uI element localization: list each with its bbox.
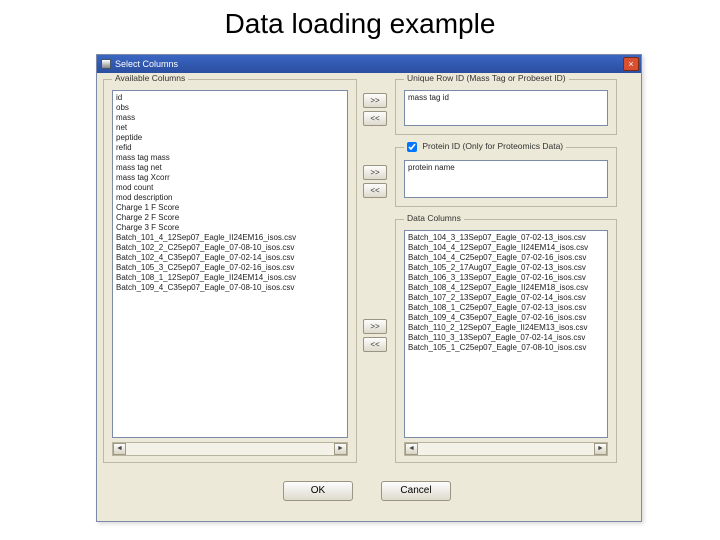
list-item[interactable]: Batch_102_4_C35ep07_Eagle_07-02-14_isos.… bbox=[116, 253, 344, 263]
list-item[interactable]: Batch_101_4_12Sep07_Eagle_II24EM16_isos.… bbox=[116, 233, 344, 243]
scroll-right-icon[interactable]: ► bbox=[594, 443, 607, 455]
protein-list[interactable]: protein name bbox=[404, 160, 608, 198]
slide-title: Data loading example bbox=[0, 0, 720, 44]
group-protein-label: Protein ID (Only for Proteomics Data) bbox=[404, 141, 566, 152]
list-item[interactable]: Batch_105_3_C25ep07_Eagle_07-02-16_isos.… bbox=[116, 263, 344, 273]
group-unique-label: Unique Row ID (Mass Tag or Probeset ID) bbox=[404, 73, 569, 83]
app-icon bbox=[101, 59, 111, 69]
scroll-right-icon[interactable]: ► bbox=[334, 443, 347, 455]
list-item[interactable]: Batch_110_3_13Sep07_Eagle_07-02-14_isos.… bbox=[408, 333, 604, 343]
protein-add-button[interactable]: >> bbox=[363, 165, 387, 180]
available-list[interactable]: idobsmassnetpeptiderefidmass tag massmas… bbox=[112, 90, 348, 438]
unique-add-button[interactable]: >> bbox=[363, 93, 387, 108]
list-item[interactable]: id bbox=[116, 93, 344, 103]
list-item[interactable]: mass tag mass bbox=[116, 153, 344, 163]
list-item[interactable]: peptide bbox=[116, 133, 344, 143]
list-item[interactable]: Batch_102_2_C25ep07_Eagle_07-08-10_isos.… bbox=[116, 243, 344, 253]
list-item[interactable]: Batch_104_4_C25ep07_Eagle_07-02-16_isos.… bbox=[408, 253, 604, 263]
group-unique: Unique Row ID (Mass Tag or Probeset ID) … bbox=[395, 79, 617, 135]
unique-remove-button[interactable]: << bbox=[363, 111, 387, 126]
list-item[interactable]: Batch_104_3_13Sep07_Eagle_07-02-13_isos.… bbox=[408, 233, 604, 243]
protein-checkbox[interactable] bbox=[407, 142, 417, 152]
list-item[interactable]: Batch_106_3_13Sep07_Eagle_07-02-16_isos.… bbox=[408, 273, 604, 283]
group-data-label: Data Columns bbox=[404, 213, 464, 223]
data-scrollbar[interactable]: ◄ ► bbox=[404, 442, 608, 456]
list-item[interactable]: Batch_108_4_12Sep07_Eagle_II24EM18_isos.… bbox=[408, 283, 604, 293]
data-list[interactable]: Batch_104_3_13Sep07_Eagle_07-02-13_isos.… bbox=[404, 230, 608, 438]
list-item[interactable]: refid bbox=[116, 143, 344, 153]
select-columns-dialog: Select Columns × Available Columns idobs… bbox=[96, 54, 642, 522]
group-available-label: Available Columns bbox=[112, 73, 188, 83]
list-item[interactable]: Batch_104_4_12Sep07_Eagle_II24EM14_isos.… bbox=[408, 243, 604, 253]
group-protein: Protein ID (Only for Proteomics Data) pr… bbox=[395, 147, 617, 207]
group-available: Available Columns idobsmassnetpeptideref… bbox=[103, 79, 357, 463]
scroll-left-icon[interactable]: ◄ bbox=[405, 443, 418, 455]
list-item[interactable]: mass tag net bbox=[116, 163, 344, 173]
list-item[interactable]: mod description bbox=[116, 193, 344, 203]
available-scrollbar[interactable]: ◄ ► bbox=[112, 442, 348, 456]
data-remove-button[interactable]: << bbox=[363, 337, 387, 352]
protein-remove-button[interactable]: << bbox=[363, 183, 387, 198]
close-icon[interactable]: × bbox=[623, 57, 639, 71]
list-item[interactable]: Batch_108_1_12Sep07_Eagle_II24EM14_isos.… bbox=[116, 273, 344, 283]
list-item[interactable]: Batch_105_2_17Aug07_Eagle_07-02-13_isos.… bbox=[408, 263, 604, 273]
ok-button[interactable]: OK bbox=[283, 481, 353, 501]
list-item[interactable]: mass tag id bbox=[408, 93, 604, 103]
list-item[interactable]: Charge 2 F Score bbox=[116, 213, 344, 223]
list-item[interactable]: mass bbox=[116, 113, 344, 123]
list-item[interactable]: Batch_108_1_C25ep07_Eagle_07-02-13_isos.… bbox=[408, 303, 604, 313]
list-item[interactable]: mass tag Xcorr bbox=[116, 173, 344, 183]
list-item[interactable]: Charge 3 F Score bbox=[116, 223, 344, 233]
data-add-button[interactable]: >> bbox=[363, 319, 387, 334]
list-item[interactable]: Batch_105_1_C25ep07_Eagle_07-08-10_isos.… bbox=[408, 343, 604, 353]
scroll-left-icon[interactable]: ◄ bbox=[113, 443, 126, 455]
cancel-button[interactable]: Cancel bbox=[381, 481, 451, 501]
window-title: Select Columns bbox=[115, 59, 178, 69]
list-item[interactable]: Batch_110_2_12Sep07_Eagle_II24EM13_isos.… bbox=[408, 323, 604, 333]
list-item[interactable]: Batch_107_2_13Sep07_Eagle_07-02-14_isos.… bbox=[408, 293, 604, 303]
list-item[interactable]: obs bbox=[116, 103, 344, 113]
titlebar[interactable]: Select Columns × bbox=[97, 55, 641, 73]
list-item[interactable]: net bbox=[116, 123, 344, 133]
group-data: Data Columns Batch_104_3_13Sep07_Eagle_0… bbox=[395, 219, 617, 463]
list-item[interactable]: Batch_109_4_C35ep07_Eagle_07-02-16_isos.… bbox=[408, 313, 604, 323]
unique-list[interactable]: mass tag id bbox=[404, 90, 608, 126]
list-item[interactable]: protein name bbox=[408, 163, 604, 173]
list-item[interactable]: mod count bbox=[116, 183, 344, 193]
group-protein-text: Protein ID (Only for Proteomics Data) bbox=[422, 141, 563, 151]
list-item[interactable]: Charge 1 F Score bbox=[116, 203, 344, 213]
list-item[interactable]: Batch_109_4_C35ep07_Eagle_07-08-10_isos.… bbox=[116, 283, 344, 293]
